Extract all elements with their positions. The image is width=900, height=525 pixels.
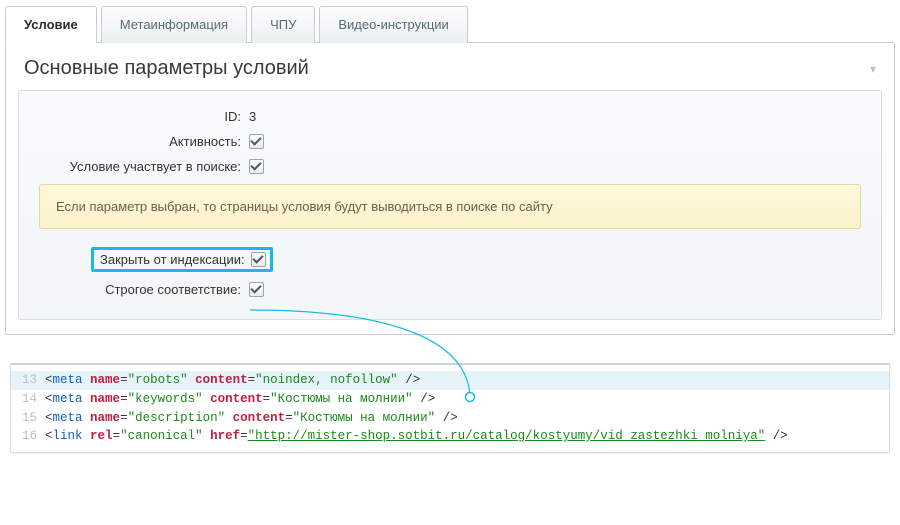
row-strict: Строгое соответствие:: [39, 282, 861, 297]
row-noindex: Закрыть от индексации:: [39, 247, 861, 272]
tabs: Условие Метаинформация ЧПУ Видео-инструк…: [5, 5, 900, 42]
collapse-icon[interactable]: ▾: [870, 62, 876, 76]
checkbox-search[interactable]: [249, 159, 264, 174]
tab-video[interactable]: Видео-инструкции: [319, 6, 467, 43]
checkbox-active[interactable]: [249, 134, 264, 149]
tab-metainfo[interactable]: Метаинформация: [101, 6, 247, 43]
search-note: Если параметр выбран, то страницы услови…: [39, 184, 861, 229]
checkbox-noindex[interactable]: [251, 252, 266, 267]
code-content: <meta name="keywords" content="Костюмы н…: [45, 390, 435, 409]
code-line: 15<meta name="description" content="Кост…: [11, 409, 889, 428]
label-id: ID:: [39, 109, 249, 124]
label-active: Активность:: [39, 134, 249, 149]
code-panel: 13<meta name="robots" content="noindex, …: [10, 363, 890, 453]
code-content: <meta name="robots" content="noindex, no…: [45, 371, 420, 390]
row-active: Активность:: [39, 134, 861, 149]
label-noindex: Закрыть от индексации:: [100, 252, 251, 267]
code-content: <meta name="description" content="Костюм…: [45, 409, 458, 428]
panel-title: Основные параметры условий: [24, 57, 309, 80]
label-search: Условие участвует в поиске:: [39, 159, 249, 174]
line-number: 14: [11, 390, 45, 409]
code-line: 13<meta name="robots" content="noindex, …: [11, 371, 889, 390]
row-id: ID: 3: [39, 109, 861, 124]
tab-condition[interactable]: Условие: [5, 6, 97, 43]
line-number: 16: [11, 427, 45, 446]
value-id: 3: [249, 109, 256, 124]
panel-body: ID: 3 Активность: Условие участвует в по…: [18, 90, 882, 320]
checkbox-strict[interactable]: [249, 282, 264, 297]
code-line: 14<meta name="keywords" content="Костюмы…: [11, 390, 889, 409]
highlight-noindex: Закрыть от индексации:: [91, 247, 273, 272]
code-content: <link rel="canonical" href="http://miste…: [45, 427, 788, 446]
code-line: 16<link rel="canonical" href="http://mis…: [11, 427, 889, 446]
label-strict: Строгое соответствие:: [39, 282, 249, 297]
line-number: 13: [11, 371, 45, 390]
row-search: Условие участвует в поиске:: [39, 159, 861, 174]
tab-sef[interactable]: ЧПУ: [251, 6, 315, 43]
panel-header: Основные параметры условий ▾: [6, 43, 894, 90]
line-number: 15: [11, 409, 45, 428]
main-panel: Основные параметры условий ▾ ID: 3 Актив…: [5, 42, 895, 335]
